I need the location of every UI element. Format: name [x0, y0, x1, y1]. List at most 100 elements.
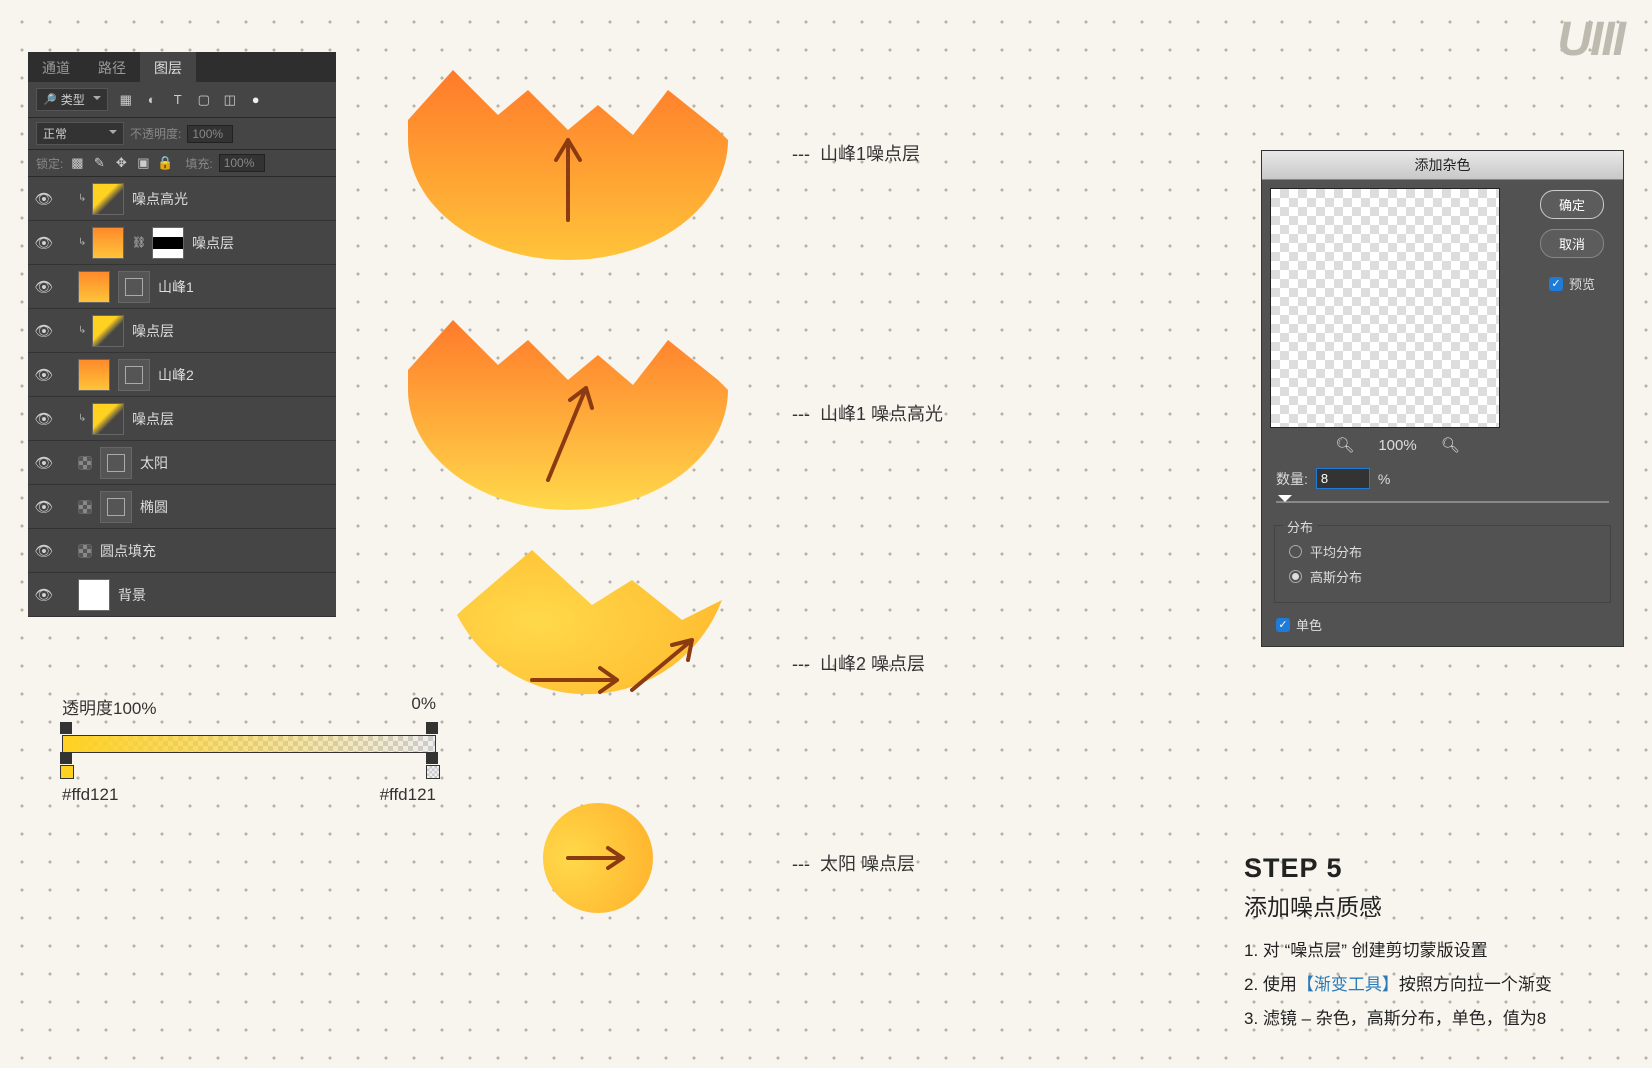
- panel-tabs: 通道 路径 图层: [28, 52, 336, 82]
- step-item-3: 3. 滤镜 – 杂色，高斯分布，单色，值为8: [1244, 1002, 1624, 1036]
- lock-move-icon[interactable]: ✥: [113, 155, 129, 171]
- vector-thumb: [100, 447, 132, 479]
- layer-row[interactable]: 👁↳ ⛓ 噪点层: [28, 221, 336, 265]
- radio-uniform[interactable]: 平均分布: [1289, 542, 1596, 561]
- blend-mode-select[interactable]: 正常: [36, 122, 124, 145]
- visibility-icon[interactable]: 👁: [28, 278, 60, 296]
- filter-toggle-icon[interactable]: ●: [248, 92, 264, 108]
- layer-thumb: [78, 544, 92, 558]
- layer-name: 山峰1: [158, 277, 194, 297]
- distribution-label: 分布: [1283, 517, 1317, 536]
- layer-name: 噪点高光: [132, 189, 188, 209]
- lock-pixels-icon[interactable]: ▩: [69, 155, 85, 171]
- opacity-stop-left[interactable]: [60, 722, 72, 734]
- opacity-input[interactable]: 100%: [187, 125, 233, 143]
- vector-thumb: [100, 491, 132, 523]
- layer-name: 噪点层: [192, 233, 234, 253]
- layer-thumb: [92, 183, 124, 215]
- layers-list: 👁↳ 噪点高光 👁↳ ⛓ 噪点层 👁 山峰1 👁↳ 噪点层 👁 山峰2: [28, 177, 336, 617]
- visibility-icon[interactable]: 👁: [28, 542, 60, 560]
- clip-icon: ↳: [78, 237, 92, 248]
- mask-thumb: [152, 227, 184, 259]
- step-description: STEP 5 添加噪点质感 1. 对 “噪点层” 创建剪切蒙版设置 2. 使用【…: [1244, 853, 1624, 1036]
- tab-paths[interactable]: 路径: [84, 52, 140, 82]
- lock-all-icon[interactable]: 🔒: [157, 155, 173, 171]
- tab-layers[interactable]: 图层: [140, 52, 196, 82]
- layer-name: 椭圆: [140, 497, 168, 517]
- amount-input[interactable]: 8: [1316, 468, 1370, 489]
- zoom-level: 100%: [1378, 437, 1416, 454]
- filter-label: 类型: [61, 91, 85, 108]
- illus-mountain1-noise: [398, 60, 738, 265]
- zoom-in-icon[interactable]: 🔍︎: [1441, 436, 1460, 454]
- clip-icon: ↳: [78, 193, 92, 204]
- smartobj-filter-icon[interactable]: ◫: [222, 92, 238, 108]
- add-noise-dialog: 添加杂色 🔍︎ 100% 🔍︎ 确定 取消 ✓ 预览 数量: 8 % 分布: [1261, 150, 1624, 647]
- radio-gaussian[interactable]: 高斯分布: [1289, 567, 1596, 586]
- adjust-filter-icon[interactable]: ◐: [144, 92, 160, 108]
- visibility-icon[interactable]: 👁: [28, 454, 60, 472]
- monochrome-checkbox[interactable]: ✓ 单色: [1262, 611, 1623, 646]
- layer-thumb: [78, 456, 92, 470]
- layer-row[interactable]: 👁 背景: [28, 573, 336, 617]
- layer-row[interactable]: 👁 椭圆: [28, 485, 336, 529]
- layer-row[interactable]: 👁 圆点填充: [28, 529, 336, 573]
- tab-channels[interactable]: 通道: [28, 52, 84, 82]
- step-item-2: 2. 使用【渐变工具】按照方向拉一个渐变: [1244, 968, 1624, 1002]
- dash: ---: [792, 404, 810, 424]
- clip-icon: ↳: [78, 413, 92, 424]
- fill-input[interactable]: 100%: [219, 154, 265, 172]
- illus-label-1: 山峰1噪点层: [820, 144, 920, 164]
- visibility-icon[interactable]: 👁: [28, 366, 60, 384]
- type-filter-icon[interactable]: T: [170, 92, 186, 108]
- amount-slider[interactable]: [1276, 493, 1609, 511]
- vector-thumb: [118, 359, 150, 391]
- opacity-left-label: 透明度100%: [62, 694, 156, 719]
- layer-row[interactable]: 👁 太阳: [28, 441, 336, 485]
- layer-row[interactable]: 👁 山峰2: [28, 353, 336, 397]
- layer-name: 背景: [118, 585, 146, 605]
- color-stop-left[interactable]: [60, 752, 72, 764]
- visibility-icon[interactable]: 👁: [28, 586, 60, 604]
- slider-thumb[interactable]: [1278, 495, 1292, 509]
- filter-type-select[interactable]: 🔎 类型: [36, 88, 108, 111]
- layer-row[interactable]: 👁↳ 噪点层: [28, 309, 336, 353]
- layer-thumb: [78, 271, 110, 303]
- checkbox-icon: ✓: [1549, 277, 1563, 291]
- zoom-out-icon[interactable]: 🔍︎: [1335, 436, 1354, 454]
- illus-label-3: 山峰2 噪点层: [820, 654, 925, 674]
- visibility-icon[interactable]: 👁: [28, 190, 60, 208]
- gradient-track[interactable]: [62, 725, 436, 761]
- layer-filter-row: 🔎 类型 ▦ ◐ T ▢ ◫ ●: [28, 82, 336, 118]
- visibility-icon[interactable]: 👁: [28, 410, 60, 428]
- cancel-button[interactable]: 取消: [1540, 229, 1604, 258]
- visibility-icon[interactable]: 👁: [28, 234, 60, 252]
- lock-brush-icon[interactable]: ✎: [91, 155, 107, 171]
- radio-uniform-label: 平均分布: [1310, 542, 1362, 561]
- amount-unit: %: [1378, 471, 1390, 487]
- illus-mountain2-noise: [432, 520, 752, 755]
- layer-thumb: [78, 359, 110, 391]
- layer-row[interactable]: 👁 山峰1: [28, 265, 336, 309]
- vector-thumb: [118, 271, 150, 303]
- layer-row[interactable]: 👁 ↳ 噪点层: [28, 397, 336, 441]
- image-filter-icon[interactable]: ▦: [118, 92, 134, 108]
- ok-button[interactable]: 确定: [1540, 190, 1604, 219]
- illus-mountain1-highlight: [398, 310, 738, 515]
- preview-checkbox[interactable]: ✓ 预览: [1549, 274, 1595, 293]
- dash: ---: [792, 854, 810, 874]
- lock-artboard-icon[interactable]: ▣: [135, 155, 151, 171]
- visibility-icon[interactable]: 👁: [28, 498, 60, 516]
- mono-label: 单色: [1296, 615, 1322, 634]
- preview-label: 预览: [1569, 274, 1595, 293]
- lock-label: 锁定:: [36, 155, 63, 172]
- layer-row[interactable]: 👁 ↳ 噪点高光: [28, 177, 336, 221]
- step-title: 添加噪点质感: [1244, 888, 1624, 922]
- layer-name: 噪点层: [132, 409, 174, 429]
- amount-label: 数量:: [1276, 469, 1308, 489]
- opacity-label: 不透明度:: [130, 125, 181, 142]
- shape-filter-icon[interactable]: ▢: [196, 92, 212, 108]
- visibility-icon[interactable]: 👁: [28, 322, 60, 340]
- layer-thumb: [92, 227, 124, 259]
- color-right-hex: #ffd121: [380, 785, 436, 805]
